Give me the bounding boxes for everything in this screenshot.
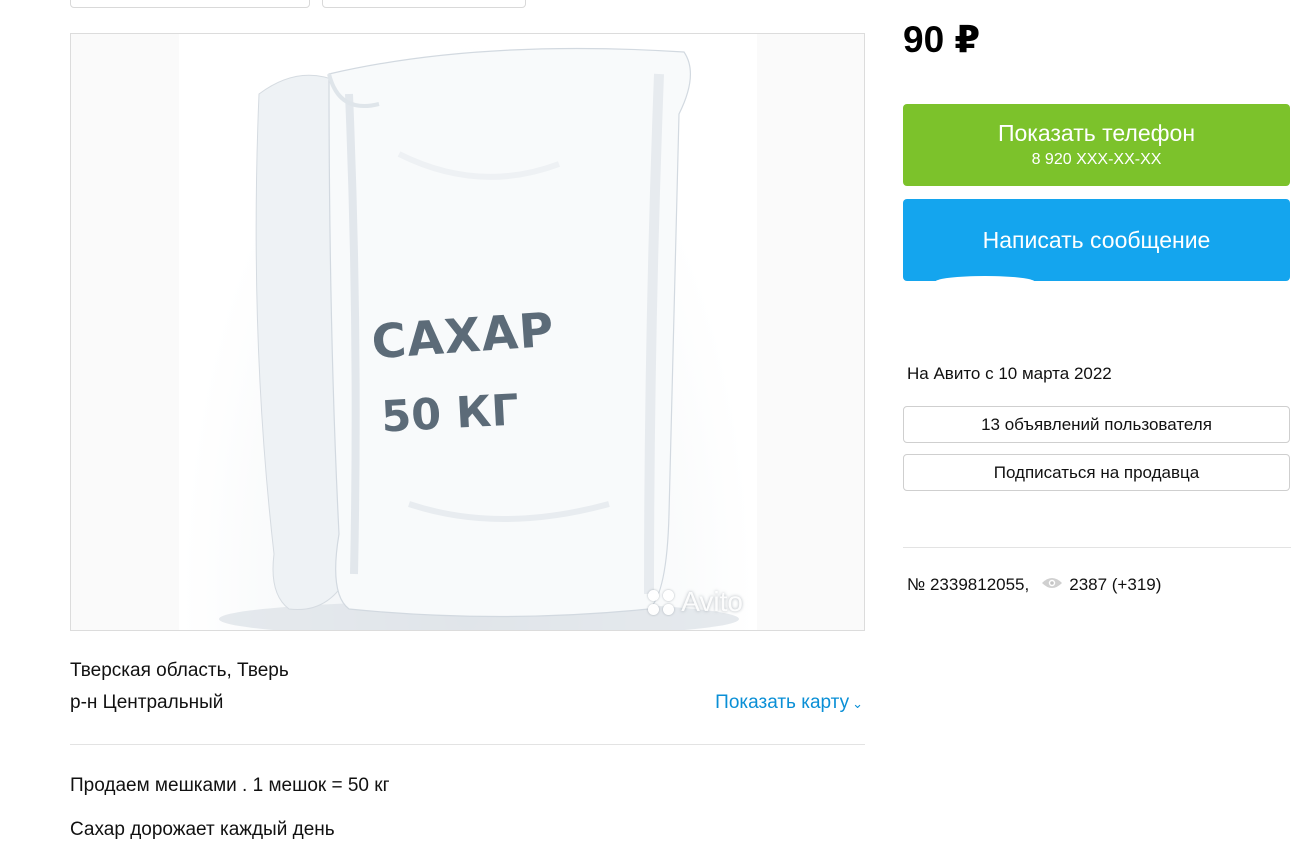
phone-masked: 8 920 XXX-XX-XX [1031,151,1162,168]
subscribe-seller-button[interactable]: Подписаться на продавца [903,454,1290,491]
location-region-city: Тверская область, Тверь [70,660,289,681]
avito-logo-icon [648,589,675,615]
description-line-1: Продаем мешками . 1 мешок = 50 кг [70,775,390,796]
eye-icon [1041,575,1063,595]
divider [70,744,865,745]
location-district: р-н Центральный [70,692,224,713]
views-count: 2387 (+319) [1069,575,1162,594]
listing-number: № 2339812055, [907,575,1030,594]
write-message-button[interactable]: Написать сообщение [903,199,1290,281]
top-control-right[interactable] [322,0,526,8]
seller-since: На Авито с 10 марта 2022 [907,364,1112,383]
top-control-left[interactable] [70,0,310,8]
show-phone-label: Показать телефон [997,120,1196,146]
seller-listings-button[interactable]: 13 объявлений пользователя [903,406,1290,443]
chevron-down-icon: ⌄ [852,696,863,711]
price: 90 ₽ [903,19,981,60]
redaction-mark [935,276,1035,288]
photo-image: САХАР 50 КГ Avito [179,34,757,630]
avito-watermark: Avito [648,586,743,618]
watermark-text: Avito [681,586,743,617]
description-line-2: Сахар дорожает каждый день [70,819,335,840]
listing-photo[interactable]: САХАР 50 КГ Avito [70,33,865,631]
show-map-link[interactable]: Показать карту ⌄ [715,692,863,714]
show-map-label: Показать карту [715,692,850,713]
write-message-label: Написать сообщение [982,227,1211,253]
divider-right [903,547,1291,548]
listing-meta: № 2339812055, 2387 (+319) [907,575,1161,595]
show-phone-button[interactable]: Показать телефон 8 920 XXX-XX-XX [903,104,1290,186]
